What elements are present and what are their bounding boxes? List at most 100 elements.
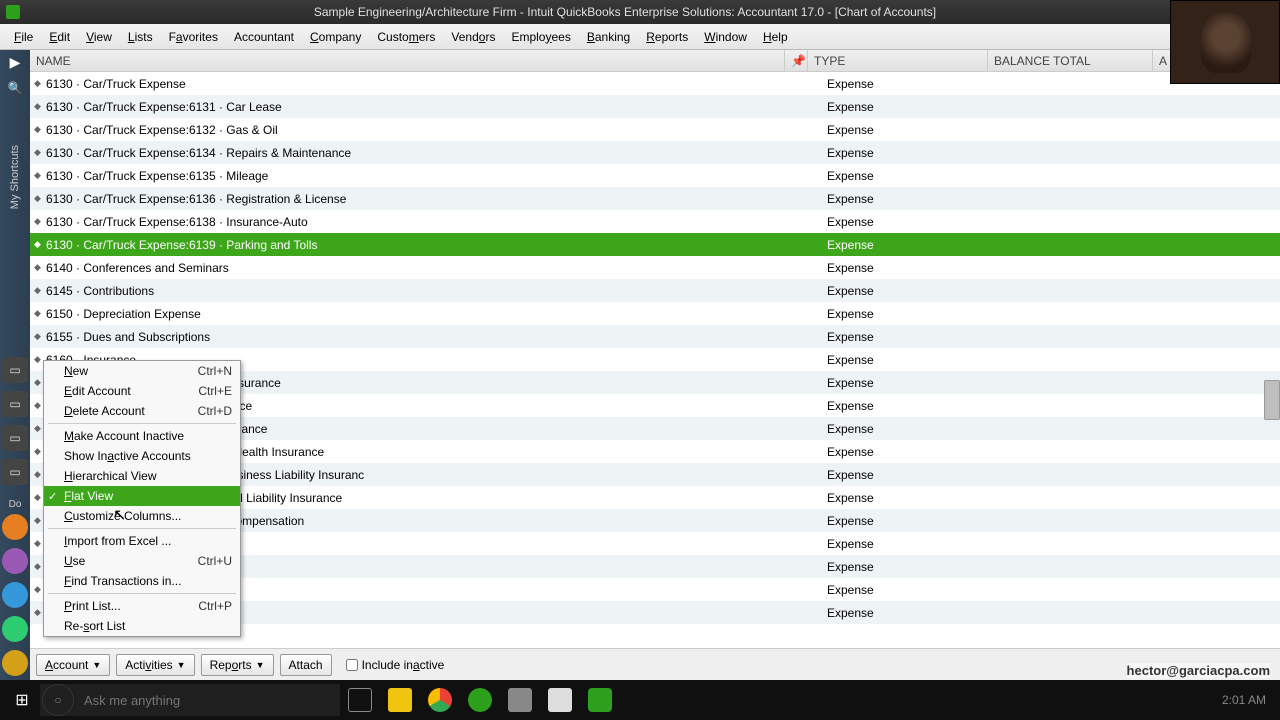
table-row[interactable]: ◆6145 · ContributionsExpense <box>30 279 1280 302</box>
bottom-toolbar: Account ▼ Activities ▼ Reports ▼ Attach … <box>30 648 1280 680</box>
reports-dropdown[interactable]: Reports ▼ <box>201 654 274 676</box>
menu-view[interactable]: View <box>78 26 120 48</box>
row-type: Expense <box>825 491 1005 505</box>
row-type: Expense <box>825 353 1005 367</box>
row-type: Expense <box>825 422 1005 436</box>
chrome-icon[interactable] <box>422 684 458 716</box>
menu-employees[interactable]: Employees <box>503 26 578 48</box>
row-name: 6130 · Car/Truck Expense:6132 · Gas & Oi… <box>46 123 802 137</box>
presenter-face <box>1201 13 1251 73</box>
row-type: Expense <box>825 468 1005 482</box>
scrollbar-handle[interactable] <box>1264 380 1280 420</box>
file-explorer-icon[interactable] <box>382 684 418 716</box>
tray-time: 2:01 AM <box>1222 693 1266 707</box>
table-row[interactable]: ◆6130 · Car/Truck Expense:6135 · Mileage… <box>30 164 1280 187</box>
ctx-new[interactable]: NewCtrl+N <box>44 361 240 381</box>
menu-item-label: Flat View <box>64 489 232 503</box>
rail-shortcut-1[interactable]: ▭ <box>2 357 28 383</box>
rail-shortcut-2[interactable]: ▭ <box>2 391 28 417</box>
menu-reports[interactable]: Reports <box>638 26 696 48</box>
row-type: Expense <box>825 238 1005 252</box>
search-input[interactable] <box>76 693 326 708</box>
ctx-edit-account[interactable]: Edit AccountCtrl+E <box>44 381 240 401</box>
menu-separator <box>48 423 236 424</box>
ctx-hierarchical-view[interactable]: Hierarchical View <box>44 466 240 486</box>
rail-green-icon[interactable] <box>2 616 28 642</box>
table-row[interactable]: ◆6130 · Car/Truck Expense:6131 · Car Lea… <box>30 95 1280 118</box>
menu-vendors[interactable]: Vendors <box>443 26 503 48</box>
row-type: Expense <box>825 606 1005 620</box>
menu-lists[interactable]: Lists <box>120 26 161 48</box>
rail-expand-icon[interactable]: ▶ <box>10 54 21 71</box>
menu-company[interactable]: Company <box>302 26 369 48</box>
row-type: Expense <box>825 284 1005 298</box>
cortana-icon[interactable]: ○ <box>42 684 74 716</box>
rail-blue-icon[interactable] <box>2 582 28 608</box>
notepad-icon[interactable] <box>542 684 578 716</box>
menu-window[interactable]: Window <box>696 26 755 48</box>
ctx-print-list-[interactable]: Print List...Ctrl+P <box>44 596 240 616</box>
table-row[interactable]: ◆6130 · Car/Truck Expense:6138 · Insuran… <box>30 210 1280 233</box>
ctx-import-from-excel-[interactable]: Import from Excel ... <box>44 531 240 551</box>
include-inactive-checkbox[interactable]: Include inactive <box>346 658 445 672</box>
activities-dropdown[interactable]: Activities ▼ <box>116 654 194 676</box>
system-tray[interactable]: 2:01 AM <box>1222 693 1276 707</box>
table-row[interactable]: ◆6150 · Depreciation ExpenseExpense <box>30 302 1280 325</box>
ctx-make-account-inactive[interactable]: Make Account Inactive <box>44 426 240 446</box>
menu-accountant[interactable]: Accountant <box>226 26 302 48</box>
ctx-delete-account[interactable]: Delete AccountCtrl+D <box>44 401 240 421</box>
row-type: Expense <box>825 537 1005 551</box>
attach-button[interactable]: Attach <box>280 654 332 676</box>
ctx-re-sort-list[interactable]: Re-sort List <box>44 616 240 636</box>
table-row[interactable]: ◆6130 · Car/Truck ExpenseExpense <box>30 72 1280 95</box>
task-view-icon[interactable] <box>342 684 378 716</box>
account-dropdown[interactable]: Account ▼ <box>36 654 110 676</box>
row-type: Expense <box>825 261 1005 275</box>
menu-file[interactable]: File <box>6 26 41 48</box>
menu-item-label: Show Inactive Accounts <box>64 449 232 463</box>
rail-gold-icon[interactable] <box>2 650 28 676</box>
rail-purple-icon[interactable] <box>2 548 28 574</box>
watermark: hector@garciacpa.com <box>1127 663 1270 678</box>
table-row[interactable]: ◆6130 · Car/Truck Expense:6136 · Registr… <box>30 187 1280 210</box>
rail-orange-icon[interactable] <box>2 514 28 540</box>
table-row[interactable]: ◆6155 · Dues and SubscriptionsExpense <box>30 325 1280 348</box>
ctx-customize-columns-[interactable]: Customize Columns... <box>44 506 240 526</box>
rail-shortcut-3[interactable]: ▭ <box>2 425 28 451</box>
menu-edit[interactable]: Edit <box>41 26 78 48</box>
table-row[interactable]: ◆6140 · Conferences and SeminarsExpense <box>30 256 1280 279</box>
camera-icon[interactable] <box>502 684 538 716</box>
ctx-show-inactive-accounts[interactable]: Show Inactive Accounts <box>44 446 240 466</box>
menu-help[interactable]: Help <box>755 26 796 48</box>
webcam-overlay <box>1170 0 1280 84</box>
row-name: 6145 · Contributions <box>46 284 802 298</box>
quickbooks-icon[interactable] <box>462 684 498 716</box>
search-icon[interactable]: 🔍 <box>2 75 28 101</box>
ctx-flat-view[interactable]: ✓Flat View <box>44 486 240 506</box>
qb-logo-icon <box>6 5 20 19</box>
include-inactive-input[interactable] <box>346 659 358 671</box>
ctx-use[interactable]: UseCtrl+U <box>44 551 240 571</box>
quickbooks-running-icon[interactable] <box>582 684 618 716</box>
menu-favorites[interactable]: Favorites <box>161 26 226 48</box>
include-inactive-label: Include inactive <box>362 658 445 672</box>
ctx-find-transactions-in-[interactable]: Find Transactions in... <box>44 571 240 591</box>
table-row[interactable]: ◆6130 · Car/Truck Expense:6132 · Gas & O… <box>30 118 1280 141</box>
menu-banking[interactable]: Banking <box>579 26 638 48</box>
col-pin-icon[interactable]: 📌 <box>785 50 808 71</box>
menu-item-label: Hierarchical View <box>64 469 232 483</box>
diamond-icon: ◆ <box>34 147 44 158</box>
row-name: 6130 · Car/Truck Expense <box>46 77 802 91</box>
cortana-search[interactable]: ○ <box>40 684 340 716</box>
rail-shortcut-4[interactable]: ▭ <box>2 459 28 485</box>
rail-shortcuts-label: My Shortcuts <box>9 145 21 209</box>
col-type[interactable]: TYPE <box>808 50 988 71</box>
table-row[interactable]: ◆6130 · Car/Truck Expense:6139 · Parking… <box>30 233 1280 256</box>
row-type: Expense <box>825 560 1005 574</box>
row-type: Expense <box>825 77 1005 91</box>
col-balance[interactable]: BALANCE TOTAL <box>988 50 1153 71</box>
col-name[interactable]: NAME <box>30 50 785 71</box>
start-button[interactable]: ⊞ <box>4 684 40 716</box>
table-row[interactable]: ◆6130 · Car/Truck Expense:6134 · Repairs… <box>30 141 1280 164</box>
menu-customers[interactable]: Customers <box>369 26 443 48</box>
